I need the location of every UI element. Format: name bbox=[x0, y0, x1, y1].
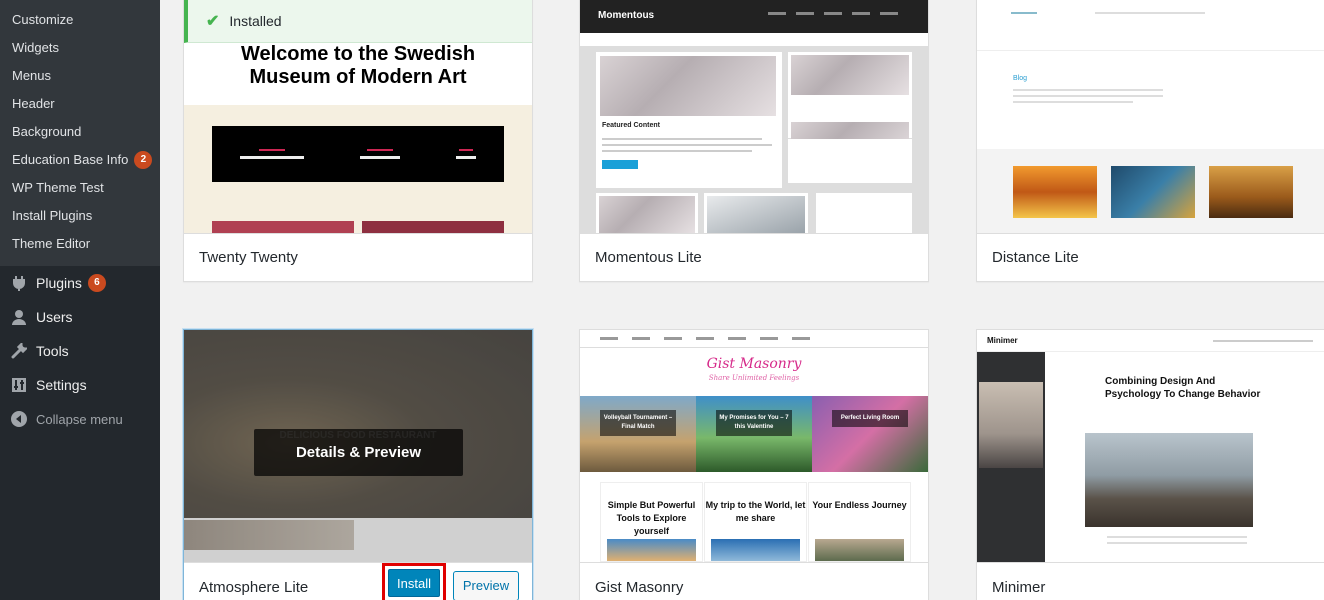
preview-header: Minimer bbox=[977, 330, 1324, 352]
submenu-item-install-plugins[interactable]: Install Plugins bbox=[0, 202, 160, 230]
theme-screenshot[interactable]: Gist Masonry Share Unlimited Feelings Vo… bbox=[580, 330, 928, 562]
checkmark-icon: ✔ bbox=[206, 12, 220, 30]
theme-card-momentous-lite[interactable]: Momentous Featured Content Momentous Lit… bbox=[579, 0, 929, 282]
preview-header bbox=[977, 0, 1324, 51]
preview-button[interactable]: Preview bbox=[453, 571, 519, 600]
details-preview-button[interactable]: Details & Preview bbox=[254, 429, 463, 476]
theme-card-distance-lite[interactable]: Blog Distance Lite bbox=[976, 0, 1324, 282]
theme-name: Momentous Lite bbox=[580, 233, 928, 281]
update-count-badge: 2 bbox=[134, 151, 153, 169]
settings-icon bbox=[10, 376, 28, 394]
submenu-item-menus[interactable]: Menus bbox=[0, 62, 160, 90]
theme-card-minimer[interactable]: Minimer Combining Design And Psychology … bbox=[976, 329, 1324, 600]
menu-item-plugins[interactable]: Plugins 6 bbox=[0, 266, 160, 300]
submenu-item-widgets[interactable]: Widgets bbox=[0, 34, 160, 62]
install-highlight: Install bbox=[382, 563, 446, 600]
wrench-icon bbox=[10, 342, 28, 360]
menu-item-users[interactable]: Users bbox=[0, 300, 160, 334]
submenu-item-header[interactable]: Header bbox=[0, 90, 160, 118]
submenu-item-background[interactable]: Background bbox=[0, 118, 160, 146]
menu-item-tools[interactable]: Tools bbox=[0, 334, 160, 368]
preview-heading: Welcome to the Swedish Museum of Modern … bbox=[184, 43, 532, 105]
preview-nav bbox=[580, 330, 928, 348]
theme-preview-image: Welcome to the Swedish Museum of Modern … bbox=[184, 43, 532, 233]
submenu-item-customize[interactable]: Customize bbox=[0, 6, 160, 34]
theme-preview-image: Blog bbox=[977, 51, 1324, 149]
submenu-item-theme-editor[interactable]: Theme Editor bbox=[0, 230, 160, 258]
theme-preview-image: Volleyball Tournament – Final Match bbox=[580, 396, 696, 472]
theme-screenshot[interactable]: DELICIOUS FOOD RESTAURANT Details & Prev… bbox=[184, 330, 532, 562]
theme-card-gist-masonry[interactable]: Gist Masonry Share Unlimited Feelings Vo… bbox=[579, 329, 929, 600]
submenu-item-education-base-info[interactable]: Education Base Info 2 bbox=[0, 146, 160, 174]
theme-card-atmosphere-lite[interactable]: DELICIOUS FOOD RESTAURANT Details & Prev… bbox=[183, 329, 533, 600]
theme-screenshot[interactable]: Minimer Combining Design And Psychology … bbox=[977, 330, 1324, 562]
theme-screenshot[interactable]: Blog bbox=[977, 0, 1324, 233]
theme-preview-image: Featured Content bbox=[580, 47, 928, 233]
theme-preview-image: Combining Design And Psychology To Chang… bbox=[1105, 376, 1261, 400]
users-icon bbox=[10, 308, 28, 326]
menu-item-settings[interactable]: Settings bbox=[0, 368, 160, 402]
preview-subnav bbox=[580, 33, 928, 47]
installed-notice: ✔ Installed bbox=[184, 0, 532, 43]
plugins-count-badge: 6 bbox=[87, 274, 106, 292]
theme-name: Gist Masonry bbox=[580, 562, 928, 600]
collapse-menu-button[interactable]: Collapse menu bbox=[0, 402, 160, 436]
theme-screenshot[interactable]: Momentous Featured Content bbox=[580, 0, 928, 233]
admin-sidebar: Customize Widgets Menus Header Backgroun… bbox=[0, 0, 160, 600]
preview-sidebar bbox=[977, 352, 1045, 562]
submenu-item-wp-theme-test[interactable]: WP Theme Test bbox=[0, 174, 160, 202]
collapse-arrow-icon bbox=[10, 410, 28, 428]
preview-image-block bbox=[362, 221, 504, 233]
theme-name: Distance Lite bbox=[977, 233, 1324, 281]
install-button[interactable]: Install bbox=[388, 569, 440, 597]
plugin-icon bbox=[10, 274, 28, 292]
preview-info-block bbox=[212, 126, 504, 182]
theme-name: Twenty Twenty bbox=[184, 233, 532, 281]
theme-card-twenty-twenty[interactable]: ✔ Installed Welcome to the Swedish Museu… bbox=[183, 0, 533, 282]
theme-name: Minimer bbox=[977, 562, 1324, 600]
preview-image-block bbox=[212, 221, 354, 233]
preview-header: Momentous bbox=[580, 0, 928, 33]
appearance-submenu: Customize Widgets Menus Header Backgroun… bbox=[0, 0, 160, 266]
